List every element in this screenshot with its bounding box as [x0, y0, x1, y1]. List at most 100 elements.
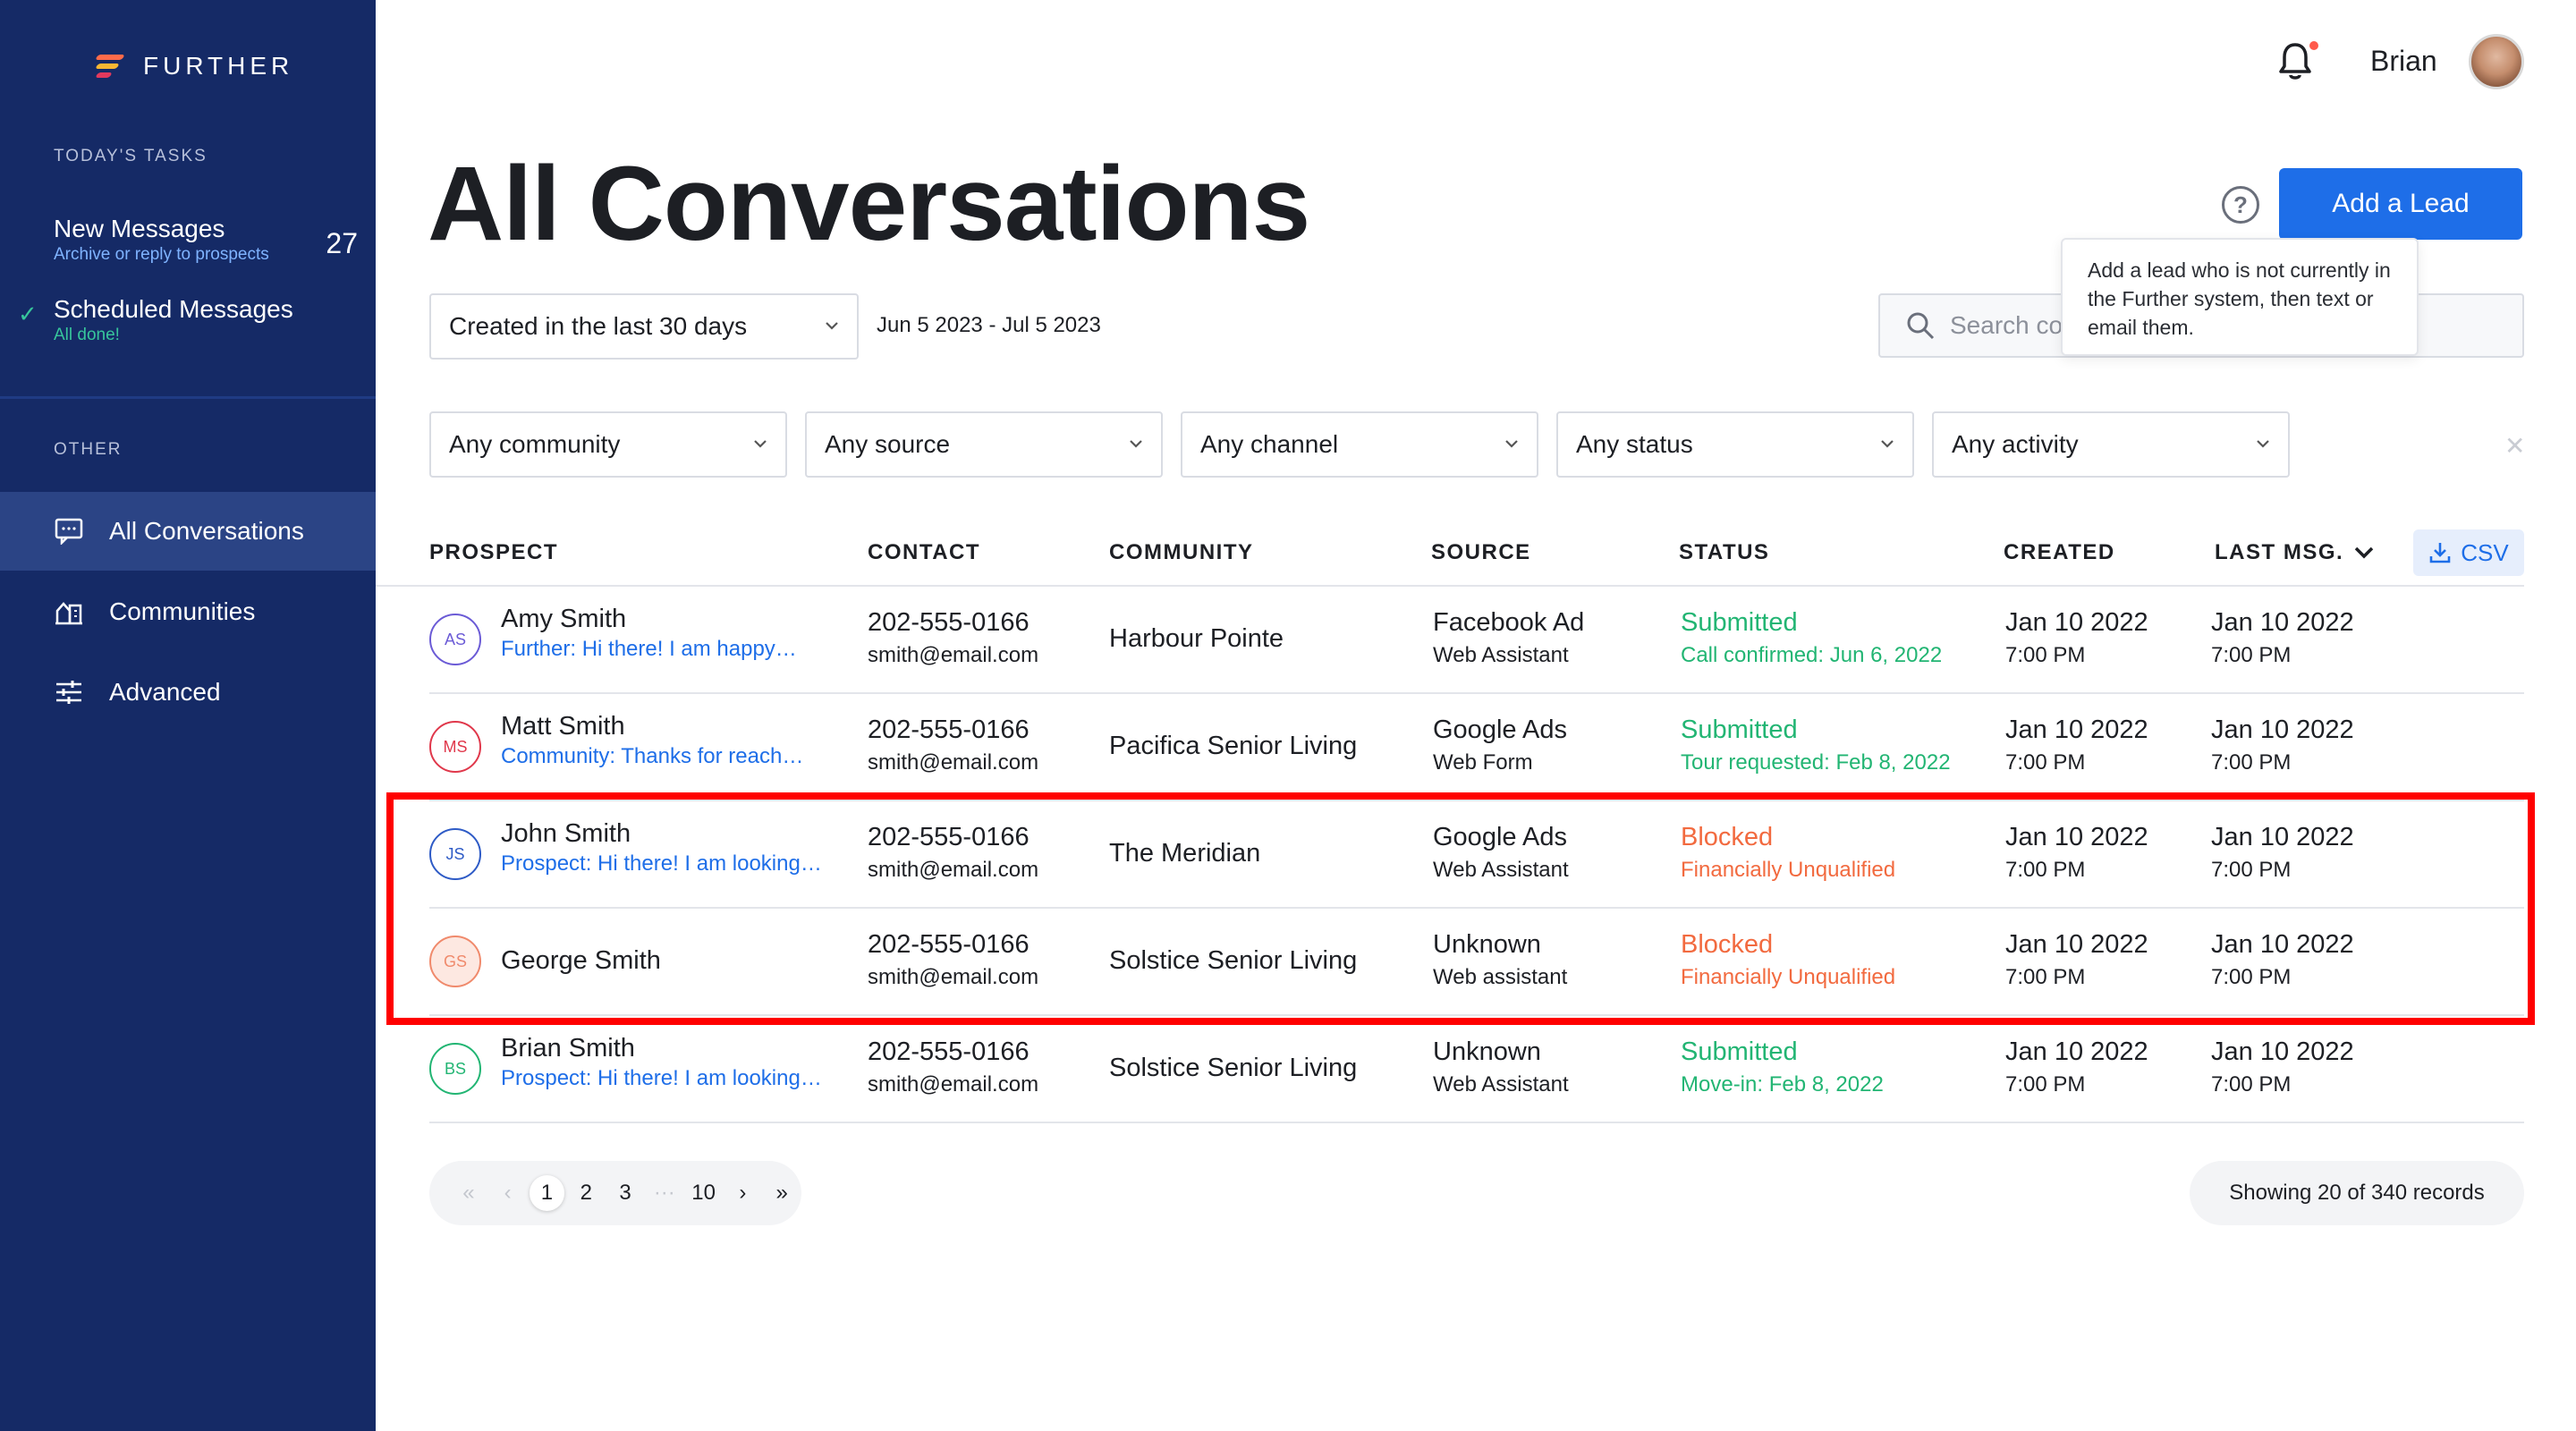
- contact-email: smith@email.com: [868, 750, 1039, 775]
- prospect-cell: AS Amy Smith Further: Hi there! I am happy…: [429, 587, 859, 694]
- contact-phone: 202-555-0166: [868, 823, 1030, 851]
- last-page-button[interactable]: »: [762, 1181, 801, 1206]
- first-page-button[interactable]: «: [449, 1181, 488, 1206]
- filter-community[interactable]: Any community: [429, 411, 787, 478]
- source-detail: Web Form: [1433, 750, 1533, 775]
- prospect-name[interactable]: Amy Smith: [501, 605, 626, 634]
- page-button-1[interactable]: 1: [529, 1175, 565, 1211]
- bell-icon[interactable]: [2277, 41, 2313, 82]
- prospect-name[interactable]: Matt Smith: [501, 712, 625, 741]
- add-lead-button[interactable]: Add a Lead: [2279, 168, 2522, 240]
- last-msg-time: 7:00 PM: [2211, 858, 2292, 882]
- status-label: Submitted: [1681, 716, 1798, 744]
- help-icon[interactable]: ?: [2222, 186, 2259, 224]
- chevron-down-icon: [1130, 440, 1142, 448]
- sidebar-item-advanced[interactable]: Advanced: [0, 653, 376, 732]
- date-filter-select[interactable]: Created in the last 30 days: [429, 293, 859, 360]
- status-detail: Financially Unqualified: [1681, 858, 1896, 882]
- last-msg-time: 7:00 PM: [2211, 965, 2292, 989]
- page-button-10[interactable]: 10: [684, 1181, 724, 1206]
- brand-logo[interactable]: FURTHER: [95, 52, 293, 80]
- last-msg-cell: Jan 10 2022 7:00 PM: [2211, 1037, 2354, 1097]
- filter-source[interactable]: Any source: [805, 411, 1163, 478]
- next-page-button[interactable]: ›: [723, 1181, 762, 1206]
- filter-activity[interactable]: Any activity: [1932, 411, 2290, 478]
- clear-filters-icon[interactable]: ✕: [2504, 431, 2525, 461]
- download-icon: [2429, 543, 2451, 563]
- sidebar-item-label: All Conversations: [109, 517, 304, 545]
- task-title: Scheduled Messages: [54, 295, 293, 323]
- column-header-prospect[interactable]: PROSPECT: [429, 540, 558, 565]
- prospect-name[interactable]: George Smith: [501, 946, 661, 976]
- contact-cell: 202-555-0166 smith@email.com: [868, 823, 1038, 883]
- column-header-contact[interactable]: CONTACT: [868, 540, 980, 565]
- source-detail: Web Assistant: [1433, 858, 1569, 882]
- last-msg-cell: Jan 10 2022 7:00 PM: [2211, 716, 2354, 775]
- last-msg-date: Jan 10 2022: [2211, 608, 2354, 637]
- user-avatar[interactable]: [2469, 34, 2524, 89]
- status-cell: Submitted Move-in: Feb 8, 2022: [1681, 1037, 1884, 1097]
- csv-export-button[interactable]: CSV: [2413, 529, 2524, 576]
- status-label: Blocked: [1681, 930, 1774, 959]
- chevron-down-icon: [2257, 440, 2269, 448]
- community-cell: The Meridian: [1109, 839, 1261, 868]
- chevron-down-icon: [754, 440, 767, 448]
- created-date: Jan 10 2022: [2005, 1037, 2148, 1066]
- table-row[interactable]: GS George Smith 202-555-0166 smith@email.co…: [429, 909, 2524, 1016]
- task-new-messages[interactable]: New Messages Archive or reply to prospec…: [54, 215, 358, 265]
- other-label: OTHER: [54, 440, 123, 459]
- column-header-source[interactable]: SOURCE: [1431, 540, 1531, 565]
- last-msg-time: 7:00 PM: [2211, 643, 2292, 667]
- filter-channel[interactable]: Any channel: [1181, 411, 1538, 478]
- sidebar-item-communities[interactable]: Communities: [0, 572, 376, 651]
- search-placeholder: Search co: [1950, 311, 2063, 339]
- status-cell: Blocked Financially Unqualified: [1681, 930, 1895, 990]
- created-cell: Jan 10 2022 7:00 PM: [2005, 1037, 2148, 1097]
- contact-email: smith@email.com: [868, 858, 1039, 882]
- table-row[interactable]: BS Brian Smith Prospect: Hi there! I am lo…: [429, 1016, 2524, 1123]
- prospect-name[interactable]: Brian Smith: [501, 1034, 635, 1063]
- source-detail: Web assistant: [1433, 965, 1568, 989]
- created-time: 7:00 PM: [2005, 1072, 2086, 1097]
- task-scheduled-messages[interactable]: ✓ Scheduled Messages All done!: [18, 295, 358, 345]
- filter-status[interactable]: Any status: [1556, 411, 1914, 478]
- community-cell: Pacifica Senior Living: [1109, 732, 1358, 760]
- last-msg-cell: Jan 10 2022 7:00 PM: [2211, 823, 2354, 883]
- add-lead-tooltip: Add a lead who is not currently in the F…: [2061, 238, 2419, 356]
- prospect-initials-avatar: GS: [429, 936, 481, 987]
- last-msg-time: 7:00 PM: [2211, 1072, 2292, 1097]
- column-header-community[interactable]: COMMUNITY: [1109, 540, 1253, 565]
- prospect-name[interactable]: John Smith: [501, 819, 631, 849]
- tasks-label: TODAY'S TASKS: [54, 147, 208, 165]
- status-detail: Move-in: Feb 8, 2022: [1681, 1072, 1884, 1097]
- building-icon: [54, 597, 84, 627]
- prospect-last-message[interactable]: Prospect: Hi there! I am looking…: [501, 851, 822, 876]
- chevron-down-icon: [1881, 440, 1894, 448]
- community-cell: Solstice Senior Living: [1109, 1054, 1358, 1082]
- created-cell: Jan 10 2022 7:00 PM: [2005, 716, 2148, 775]
- prospect-last-message[interactable]: Community: Thanks for reach…: [501, 744, 803, 769]
- contact-phone: 202-555-0166: [868, 1037, 1030, 1066]
- table-row[interactable]: MS Matt Smith Community: Thanks for reach……: [429, 694, 2524, 801]
- column-header-created[interactable]: CREATED: [2004, 540, 2115, 565]
- status-cell: Blocked Financially Unqualified: [1681, 823, 1895, 883]
- source-name: Facebook Ad: [1433, 608, 1585, 637]
- table-row[interactable]: JS John Smith Prospect: Hi there! I am loo…: [429, 801, 2524, 909]
- date-range-text: Jun 5 2023 - Jul 5 2023: [877, 313, 1101, 337]
- page-button-3[interactable]: 3: [606, 1181, 645, 1206]
- checkmark-icon: ✓: [18, 301, 38, 327]
- task-title: New Messages: [54, 215, 225, 242]
- table-row[interactable]: AS Amy Smith Further: Hi there! I am happy…: [429, 587, 2524, 694]
- status-detail: Tour requested: Feb 8, 2022: [1681, 750, 1951, 775]
- column-header-last-msg[interactable]: LAST MSG.: [2215, 540, 2374, 565]
- page-button-2[interactable]: 2: [566, 1181, 606, 1206]
- prospect-last-message[interactable]: Further: Hi there! I am happy…: [501, 637, 797, 662]
- prev-page-button[interactable]: ‹: [488, 1181, 528, 1206]
- sidebar-item-all-conversations[interactable]: All Conversations: [0, 492, 376, 571]
- contact-cell: 202-555-0166 smith@email.com: [868, 716, 1038, 775]
- prospect-last-message[interactable]: Prospect: Hi there! I am looking…: [501, 1066, 822, 1091]
- source-detail: Web Assistant: [1433, 643, 1569, 667]
- user-name[interactable]: Brian: [2370, 45, 2437, 78]
- records-count: Showing 20 of 340 records: [2190, 1161, 2524, 1225]
- column-header-status[interactable]: STATUS: [1679, 540, 1769, 565]
